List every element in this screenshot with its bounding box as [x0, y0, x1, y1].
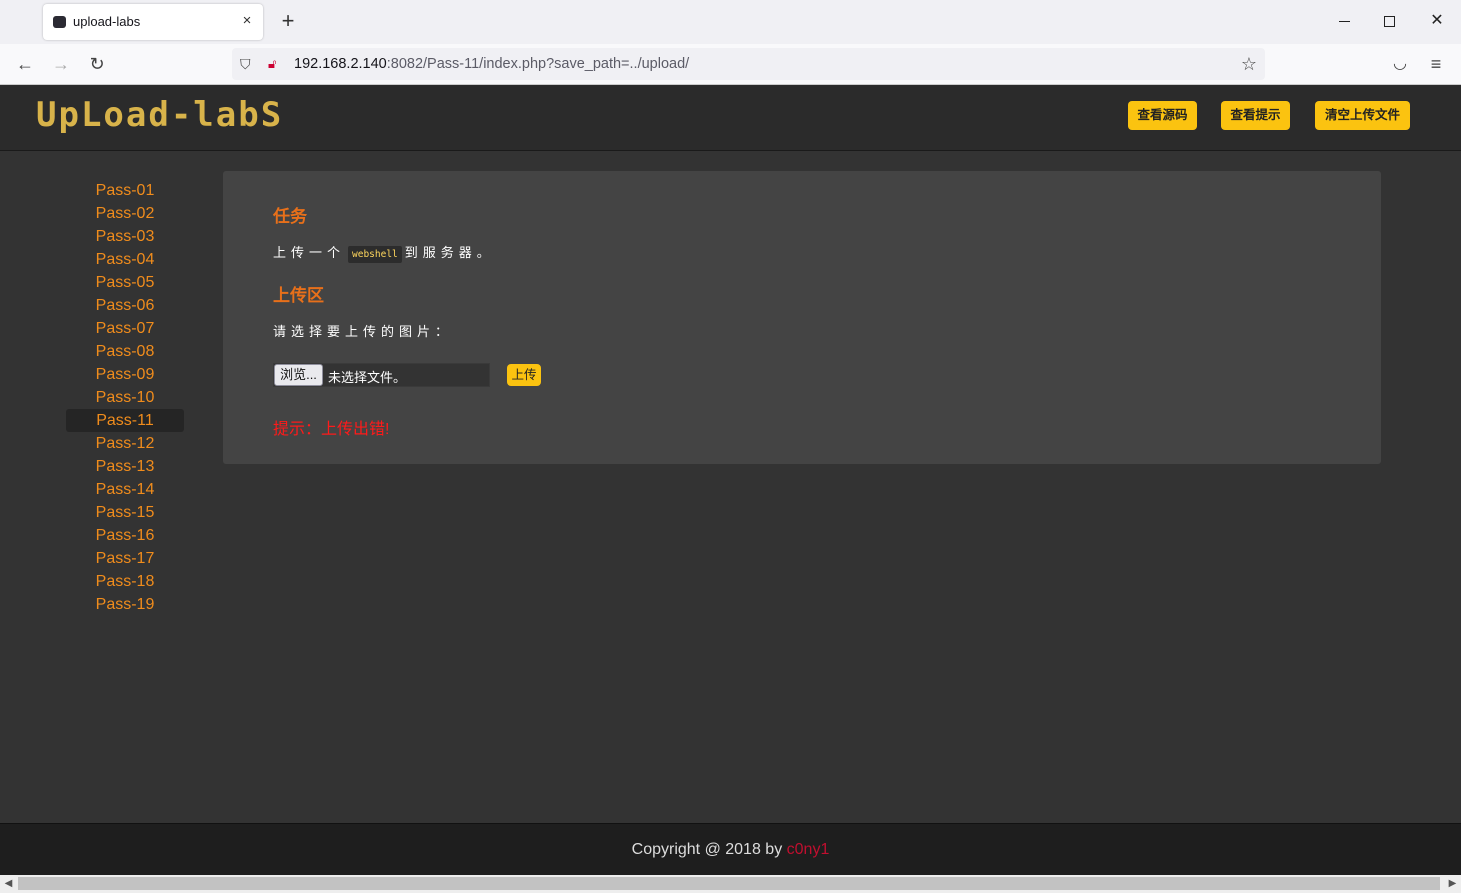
view-source-button[interactable]: 查看源码 — [1128, 101, 1197, 130]
upload-heading: 上传区 — [273, 286, 324, 305]
close-window-button[interactable]: ✕ — [1422, 10, 1452, 30]
file-input[interactable]: 浏览... 未选择文件。 — [273, 363, 490, 387]
sidebar-item-pass-16[interactable]: Pass-16 — [66, 524, 184, 547]
browser-tab-bar: upload-labs × + ✕ — [0, 0, 1461, 44]
scroll-right-icon[interactable]: ▶ — [1444, 875, 1461, 893]
tab-close-icon[interactable]: × — [239, 12, 255, 30]
sidebar-item-pass-18[interactable]: Pass-18 — [66, 570, 184, 593]
scrollbar-thumb[interactable] — [18, 877, 1440, 890]
browser-tab[interactable]: upload-labs × — [43, 4, 263, 40]
sidebar-item-pass-04[interactable]: Pass-04 — [66, 248, 184, 271]
favicon-icon — [53, 16, 66, 28]
site-header: UpLoad-labS 查看源码 查看提示 清空上传文件 — [0, 85, 1461, 151]
sidebar-item-pass-06[interactable]: Pass-06 — [66, 294, 184, 317]
task-panel: 任务 上传一个 webshell 到服务器。 上传区 请选择要上传的图片： 浏览..… — [223, 171, 1381, 464]
file-status: 未选择文件。 — [328, 370, 407, 385]
url-text[interactable]: 192.168.2.140:8082/Pass-11/index.php?sav… — [294, 56, 689, 72]
task-text-after: 到服务器。 — [404, 245, 495, 260]
pocket-icon[interactable]: ◡ — [1389, 52, 1411, 76]
sidebar-nav: Pass-01 Pass-02 Pass-03 Pass-04 Pass-05 … — [66, 179, 184, 616]
bookmark-star-icon[interactable]: ☆ — [1241, 53, 1257, 75]
reload-icon: ↻ — [89, 54, 105, 74]
minimize-icon — [1339, 21, 1350, 22]
view-hint-button[interactable]: 查看提示 — [1221, 101, 1290, 130]
shield-icon[interactable]: ⛉ — [240, 56, 254, 72]
copyright-text: Copyright @ 2018 by c0ny1 — [0, 841, 1461, 859]
sidebar-item-pass-10[interactable]: Pass-10 — [66, 386, 184, 409]
author-link[interactable]: c0ny1 — [787, 841, 830, 858]
clear-uploads-button[interactable]: 清空上传文件 — [1315, 101, 1410, 130]
sidebar-item-pass-07[interactable]: Pass-07 — [66, 317, 184, 340]
forward-icon: → — [52, 54, 70, 74]
url-bar[interactable]: ⛉ 🔓︎ 192.168.2.140:8082/Pass-11/index.ph… — [232, 48, 1265, 80]
scroll-left-icon[interactable]: ◀ — [0, 875, 17, 893]
sidebar-item-pass-13[interactable]: Pass-13 — [66, 455, 184, 478]
reload-button[interactable]: ↻ — [85, 52, 109, 76]
page-content: UpLoad-labS 查看源码 查看提示 清空上传文件 Pass-01 Pas… — [0, 85, 1461, 876]
url-path: :8082/Pass-11/index.php?save_path=../upl… — [386, 56, 690, 72]
upload-button[interactable]: 上传 — [507, 364, 541, 386]
error-message: 提示：上传出错! — [273, 421, 390, 438]
task-heading: 任务 — [273, 207, 307, 226]
browse-button[interactable]: 浏览... — [274, 364, 323, 386]
menu-icon[interactable]: ≡ — [1425, 52, 1447, 76]
sidebar-item-pass-02[interactable]: Pass-02 — [66, 202, 184, 225]
back-button[interactable]: ← — [13, 52, 37, 76]
select-prompt: 请选择要上传的图片： — [273, 324, 454, 339]
site-logo[interactable]: UpLoad-labS — [36, 95, 283, 135]
sidebar-item-pass-14[interactable]: Pass-14 — [66, 478, 184, 501]
sidebar-item-pass-15[interactable]: Pass-15 — [66, 501, 184, 524]
sidebar-item-pass-09[interactable]: Pass-09 — [66, 363, 184, 386]
url-host: 192.168.2.140 — [294, 56, 387, 72]
sidebar-item-pass-17[interactable]: Pass-17 — [66, 547, 184, 570]
copyright-label: Copyright @ 2018 by — [631, 841, 787, 858]
sidebar-item-pass-08[interactable]: Pass-08 — [66, 340, 184, 363]
forward-button[interactable]: → — [49, 52, 73, 76]
sidebar-item-pass-12[interactable]: Pass-12 — [66, 432, 184, 455]
sidebar-item-pass-05[interactable]: Pass-05 — [66, 271, 184, 294]
tab-title: upload-labs — [73, 14, 141, 29]
sidebar-item-pass-01[interactable]: Pass-01 — [66, 179, 184, 202]
site-footer: Copyright @ 2018 by c0ny1 — [0, 823, 1461, 876]
maximize-icon — [1384, 16, 1395, 27]
back-icon: ← — [16, 54, 34, 74]
sidebar-item-pass-03[interactable]: Pass-03 — [66, 225, 184, 248]
new-tab-button[interactable]: + — [276, 9, 300, 33]
sidebar-item-pass-11[interactable]: Pass-11 — [66, 409, 184, 432]
browser-nav-bar: ← → ↻ ⛉ 🔓︎ 192.168.2.140:8082/Pass-11/in… — [0, 44, 1461, 85]
close-icon: ✕ — [1430, 12, 1444, 29]
horizontal-scrollbar[interactable]: ◀ ▶ — [0, 875, 1461, 893]
task-description: 上传一个 webshell 到服务器。 — [273, 242, 495, 263]
sidebar-item-pass-19[interactable]: Pass-19 — [66, 593, 184, 616]
task-text-before: 上传一个 — [273, 245, 346, 260]
task-code: webshell — [348, 246, 402, 263]
lock-warning-icon[interactable]: 🔓︎ — [268, 56, 282, 72]
